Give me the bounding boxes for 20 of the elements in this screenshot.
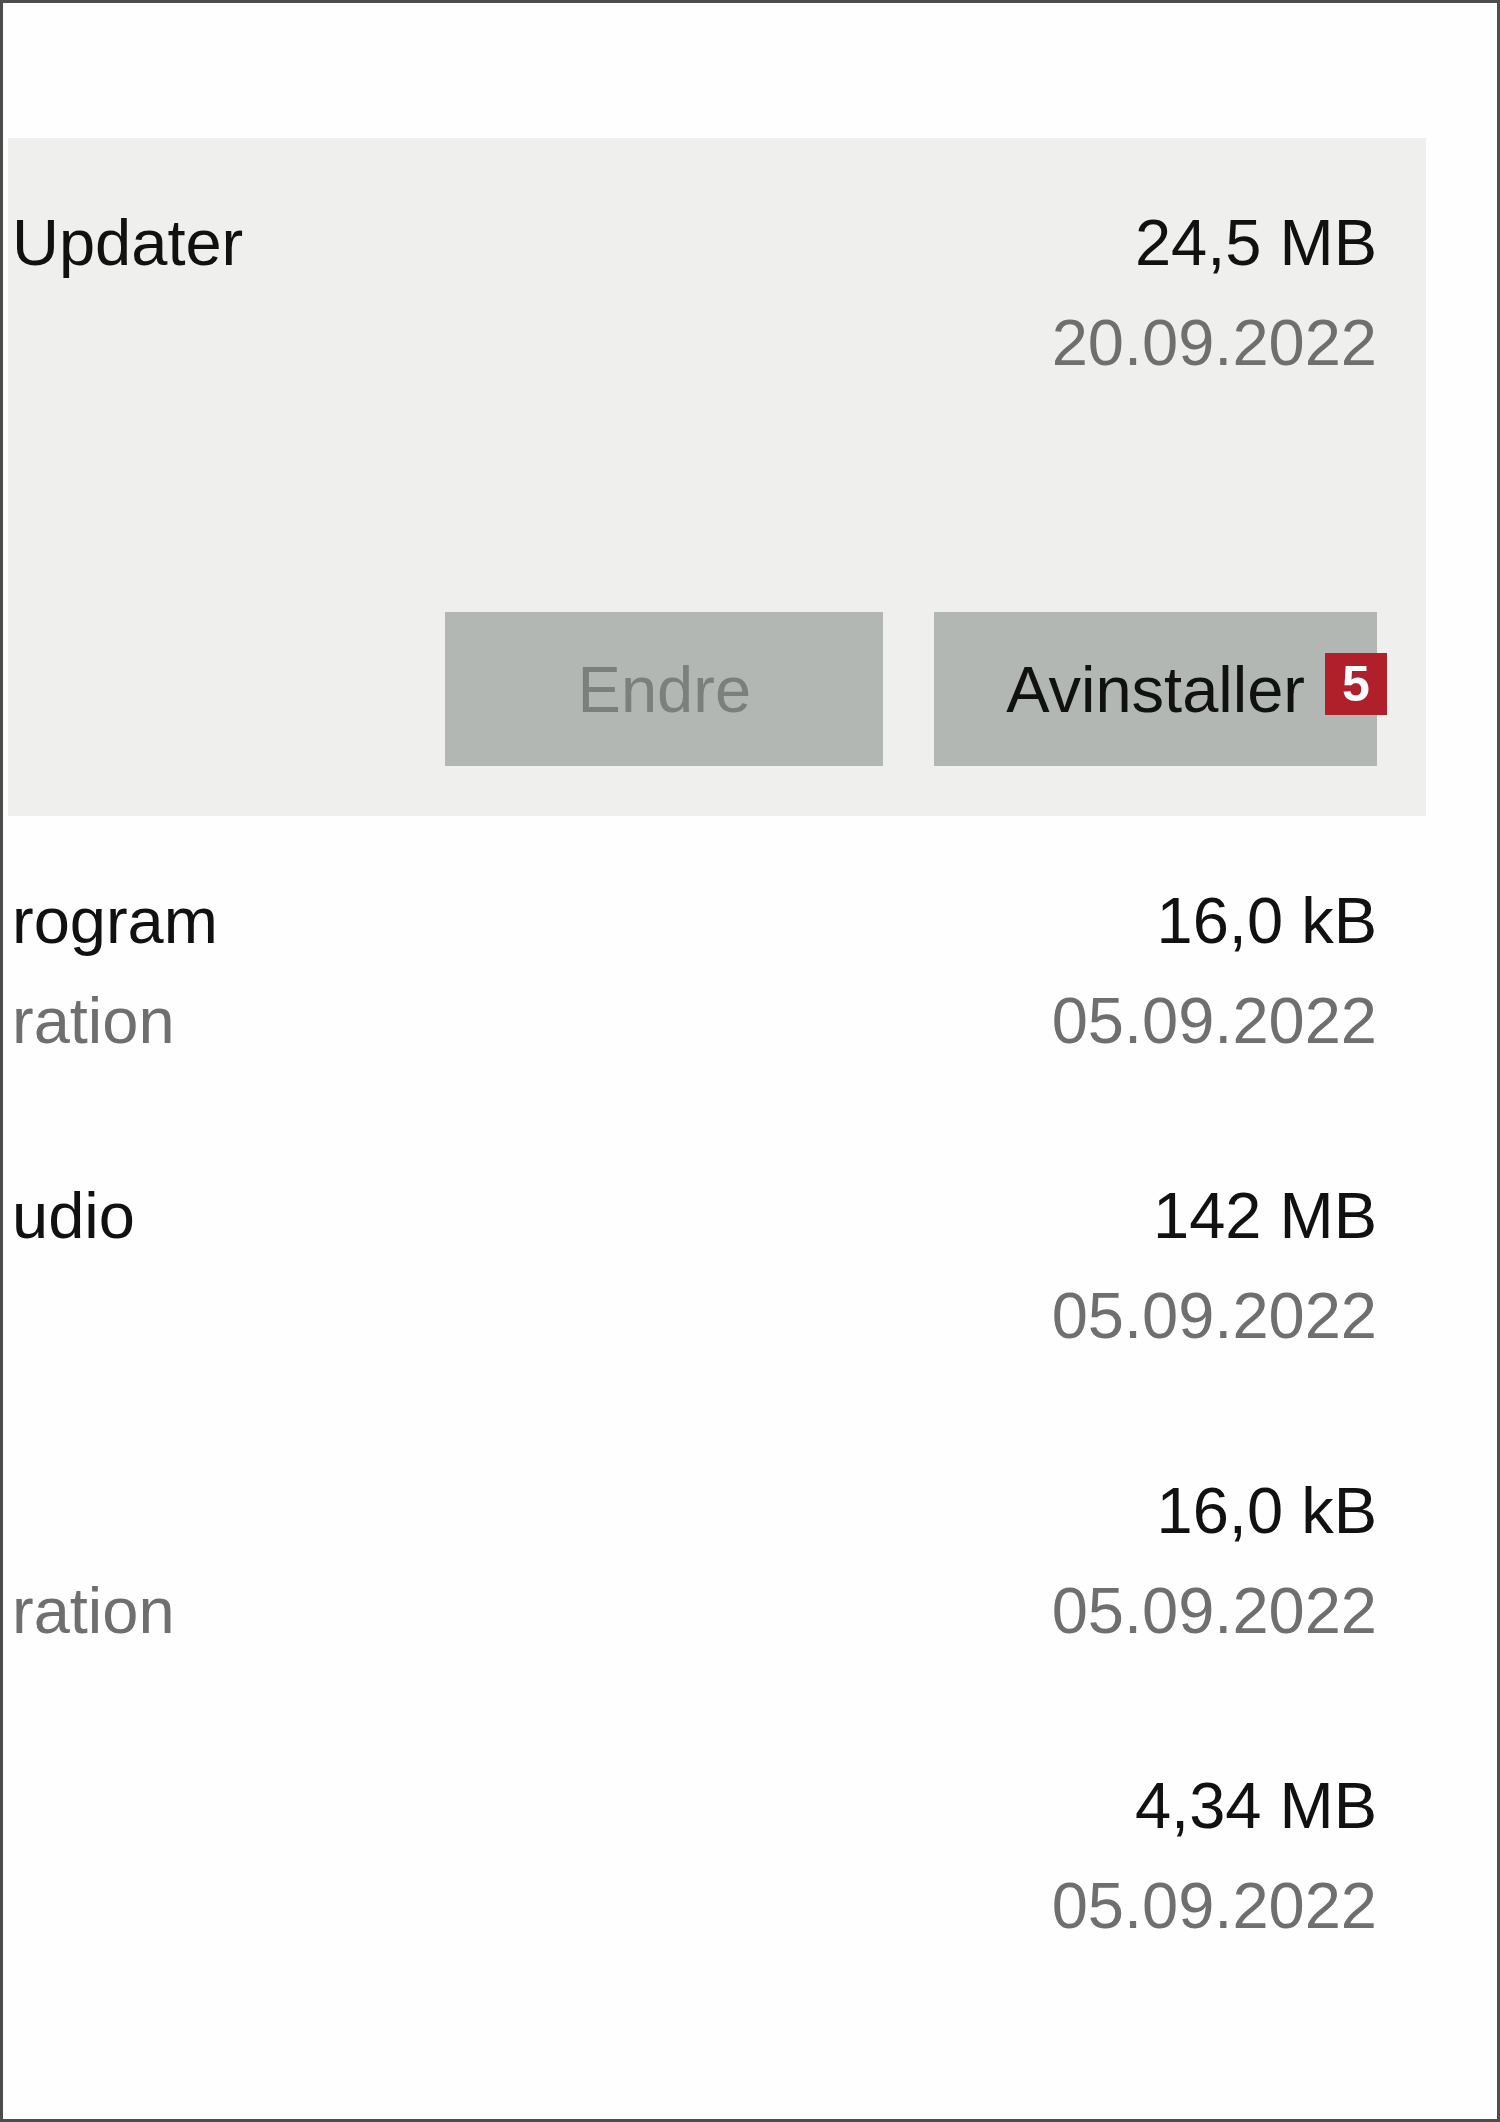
app-size: 142 MB — [1153, 1178, 1377, 1254]
install-date: 05.09.2022 — [1051, 1868, 1377, 1944]
install-date: 05.09.2022 — [1051, 1278, 1377, 1354]
app-name: rogram — [12, 883, 218, 959]
app-size: 16,0 kB — [1156, 883, 1377, 959]
app-size: 24,5 MB — [1134, 205, 1377, 281]
app-publisher: ration — [12, 983, 175, 1059]
install-date: 05.09.2022 — [1051, 983, 1377, 1059]
app-size: 4,34 MB — [1134, 1768, 1377, 1844]
install-date: 05.09.2022 — [1051, 1573, 1377, 1649]
app-list-item[interactable]: udio 142 MB 05.09.2022 — [8, 1111, 1426, 1406]
step-number-badge: 5 — [1325, 653, 1387, 715]
app-name: Updater — [12, 205, 244, 281]
app-publisher: ration — [12, 1573, 175, 1649]
app-name: udio — [12, 1178, 135, 1254]
app-list-item[interactable]: 16,0 kB ration 05.09.2022 — [8, 1406, 1426, 1701]
app-list-item[interactable]: 4,34 MB 05.09.2022 — [8, 1701, 1426, 1996]
app-list-item[interactable]: rogram 16,0 kB ration 05.09.2022 — [8, 816, 1426, 1111]
app-size: 16,0 kB — [1156, 1473, 1377, 1549]
install-date: 20.09.2022 — [1051, 305, 1377, 381]
